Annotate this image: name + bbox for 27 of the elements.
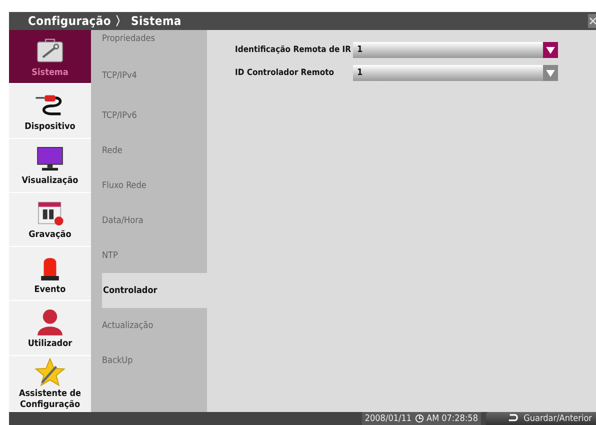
sidebar-item[interactable]: Dispositivo: [9, 84, 91, 138]
save-back-button[interactable]: Guardar/Anterior: [486, 412, 596, 425]
sidebar-label: Assistente de Configuração: [18, 388, 82, 411]
sidebar-item[interactable]: Visualização: [9, 138, 91, 193]
sidebar-label: Gravação: [28, 230, 72, 242]
dropdown[interactable]: 1: [353, 65, 558, 81]
star-icon: [32, 356, 68, 388]
submenu-item[interactable]: Controlador: [102, 273, 207, 308]
sidebar-label: Utilizador: [28, 338, 72, 350]
return-icon: [508, 414, 519, 423]
sidebar-label: Sistema: [32, 68, 68, 79]
window-title: Configuração 〉 Sistema: [28, 12, 182, 30]
sidebar-label: Dispositivo: [24, 122, 76, 133]
sidebar-label: Evento: [34, 284, 66, 296]
clock-icon: [414, 414, 424, 423]
setting-label: ID Controlador Remoto: [235, 68, 335, 78]
date-text: 2008/01/11: [364, 414, 412, 424]
setting-label: Identificação Remota de IR: [235, 45, 352, 55]
time-text: AM 07:28:58: [426, 414, 478, 424]
sidebar-label: Visualização: [22, 176, 78, 188]
dropdown[interactable]: 1: [353, 42, 558, 58]
sidebar-item[interactable]: Evento: [9, 247, 91, 302]
sidebar-item[interactable]: Sistema: [9, 30, 91, 84]
sidebar-item[interactable]: Assistente de Configuração: [9, 356, 91, 412]
close-icon[interactable]: [588, 14, 596, 28]
sidebar-item[interactable]: Utilizador: [9, 301, 91, 356]
sidebar-item[interactable]: Gravação: [9, 192, 91, 247]
